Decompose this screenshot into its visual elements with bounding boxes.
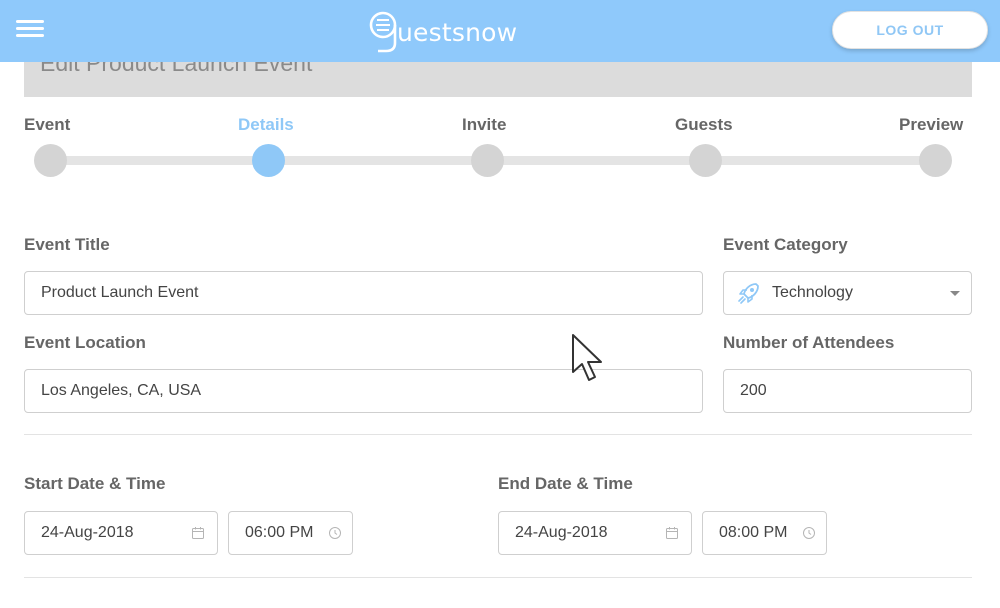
end-time-value: 08:00 PM <box>719 524 788 541</box>
attendees-input[interactable] <box>740 382 971 400</box>
start-date-field[interactable]: 24-Aug-2018 <box>24 511 218 555</box>
event-title-field[interactable] <box>24 271 703 315</box>
clock-icon <box>803 527 815 539</box>
event-category-label: Event Category <box>723 235 848 254</box>
end-datetime-label: End Date & Time <box>498 474 633 493</box>
step-label-event[interactable]: Event <box>24 115 70 135</box>
attendees-label: Number of Attendees <box>723 333 895 352</box>
event-title-input[interactable] <box>41 284 702 302</box>
step-dot-details[interactable] <box>252 144 285 177</box>
section-divider-bottom <box>24 577 972 578</box>
step-label-details[interactable]: Details <box>238 115 294 135</box>
start-time-value: 06:00 PM <box>245 524 314 541</box>
hamburger-menu-icon[interactable] <box>16 18 44 40</box>
step-label-invite[interactable]: Invite <box>462 115 506 135</box>
start-date-value: 24-Aug-2018 <box>41 524 134 541</box>
guestsnow-logo[interactable]: uestsnow <box>368 8 517 54</box>
step-label-preview[interactable]: Preview <box>899 115 963 135</box>
step-dot-invite[interactable] <box>471 144 504 177</box>
end-time-field[interactable]: 08:00 PM <box>702 511 827 555</box>
logout-button[interactable]: LOG OUT <box>832 11 988 49</box>
event-title-label: Event Title <box>24 235 110 254</box>
chevron-down-icon <box>950 291 960 296</box>
page-title: Edit Product Launch Event <box>40 62 313 76</box>
event-category-select[interactable]: Technology <box>723 271 972 315</box>
logo-mark-icon <box>369 11 397 53</box>
step-dot-guests[interactable] <box>689 144 722 177</box>
start-time-field[interactable]: 06:00 PM <box>228 511 353 555</box>
section-divider <box>24 434 972 435</box>
start-datetime-label: Start Date & Time <box>24 474 166 493</box>
event-location-label: Event Location <box>24 333 146 352</box>
end-date-value: 24-Aug-2018 <box>515 524 608 541</box>
end-date-field[interactable]: 24-Aug-2018 <box>498 511 692 555</box>
step-label-guests[interactable]: Guests <box>675 115 733 135</box>
top-bar: uestsnow LOG OUT <box>0 0 1000 62</box>
step-dot-preview[interactable] <box>919 144 952 177</box>
page-title-card: Edit Product Launch Event <box>24 62 972 97</box>
event-category-value: Technology <box>772 284 853 301</box>
calendar-icon <box>192 527 204 539</box>
brand-name: uestsnow <box>397 17 518 47</box>
step-dot-event[interactable] <box>34 144 67 177</box>
calendar-icon <box>666 527 678 539</box>
clock-icon <box>329 527 341 539</box>
mouse-pointer-icon <box>572 334 602 381</box>
attendees-field[interactable] <box>723 369 972 413</box>
rocket-icon <box>738 283 759 304</box>
